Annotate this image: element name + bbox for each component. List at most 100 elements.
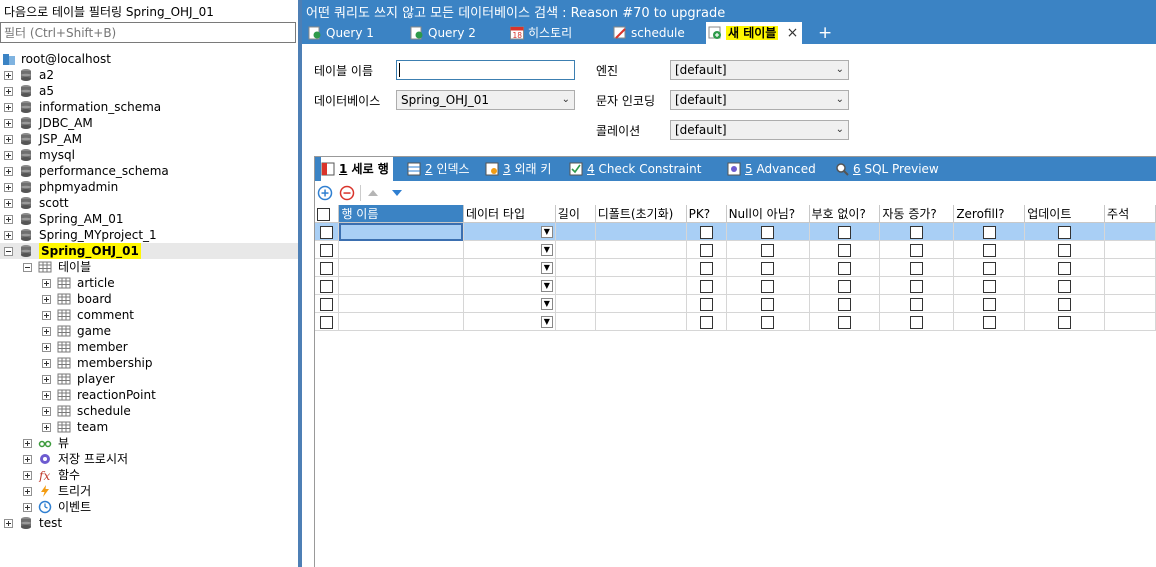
designer-tab-5[interactable]: 6 SQL Preview xyxy=(835,157,939,181)
flag-cell[interactable] xyxy=(879,312,955,331)
column-header[interactable]: 부호 없이? xyxy=(809,205,881,223)
row-select-cell[interactable] xyxy=(315,294,340,313)
expand-icon[interactable] xyxy=(42,311,51,320)
tree-table[interactable]: reactionPoint xyxy=(0,387,298,403)
tree-database[interactable]: scott xyxy=(0,195,298,211)
column-name-cell[interactable] xyxy=(338,276,464,295)
flag-checkbox[interactable] xyxy=(910,297,924,311)
tree-table[interactable]: schedule xyxy=(0,403,298,419)
flag-checkbox[interactable] xyxy=(1058,243,1072,257)
chevron-down-icon[interactable]: ▼ xyxy=(540,316,553,328)
columns-grid[interactable]: 행 이름 데이터 타입 길이 디폴트(초기화) PK? Null이 아님? 부호 없이? 자동… xyxy=(315,205,1156,331)
flag-checkbox[interactable] xyxy=(837,279,851,293)
flag-checkbox[interactable] xyxy=(910,243,924,257)
tree-table[interactable]: article xyxy=(0,275,298,291)
flag-cell[interactable] xyxy=(879,258,955,277)
close-icon[interactable]: × xyxy=(787,22,799,44)
tree-database[interactable]: JDBC_AM xyxy=(0,115,298,131)
flag-checkbox[interactable] xyxy=(837,243,851,257)
expand-icon[interactable] xyxy=(4,231,13,240)
flag-cell[interactable] xyxy=(1024,258,1106,277)
column-header[interactable]: PK? xyxy=(686,205,727,223)
data-type-cell[interactable]: ▼ xyxy=(463,276,556,295)
flag-cell[interactable] xyxy=(809,312,881,331)
flag-cell[interactable] xyxy=(726,240,810,259)
expand-icon[interactable] xyxy=(4,103,13,112)
designer-tab-3[interactable]: 4 Check Constraint xyxy=(569,157,701,181)
expand-icon[interactable] xyxy=(42,295,51,304)
flag-checkbox[interactable] xyxy=(699,279,713,293)
flag-checkbox[interactable] xyxy=(910,225,924,239)
expand-icon[interactable] xyxy=(23,503,32,512)
flag-cell[interactable] xyxy=(686,294,727,313)
row-select-cell[interactable] xyxy=(315,312,340,331)
comment-cell[interactable] xyxy=(1104,258,1156,277)
chevron-down-icon[interactable]: ▼ xyxy=(540,280,553,292)
designer-tab-2[interactable]: 3 외래 키 xyxy=(485,157,551,181)
chevron-down-icon[interactable]: ▼ xyxy=(540,262,553,274)
data-type-cell[interactable]: ▼ xyxy=(463,312,556,331)
move-down-icon[interactable] xyxy=(389,185,405,201)
expand-icon[interactable] xyxy=(4,167,13,176)
tree-folder[interactable]: 이벤트 xyxy=(0,499,298,515)
length-cell[interactable] xyxy=(555,258,596,277)
designer-tab-4[interactable]: 5 Advanced xyxy=(727,157,816,181)
tree-database[interactable]: mysql xyxy=(0,147,298,163)
row-checkbox[interactable] xyxy=(320,297,334,311)
default-cell[interactable] xyxy=(595,294,687,313)
flag-checkbox[interactable] xyxy=(1058,279,1072,293)
tree-tables-folder[interactable]: 테이블 xyxy=(0,259,298,275)
expand-icon[interactable] xyxy=(23,471,32,480)
collation-select[interactable]: [default] ⌄ xyxy=(670,120,849,140)
flag-checkbox[interactable] xyxy=(699,243,713,257)
row-select-cell[interactable] xyxy=(315,240,340,259)
comment-cell[interactable] xyxy=(1104,240,1156,259)
flag-cell[interactable] xyxy=(809,222,881,241)
tree-database[interactable]: phpmyadmin xyxy=(0,179,298,195)
flag-cell[interactable] xyxy=(953,276,1026,295)
upgrade-tip[interactable]: 어떤 쿼리도 쓰지 않고 모든 데이터베이스 검색 : Reason #70 t… xyxy=(306,2,725,21)
tree-table[interactable]: board xyxy=(0,291,298,307)
length-cell[interactable] xyxy=(555,312,596,331)
flag-checkbox[interactable] xyxy=(761,261,775,275)
move-up-icon[interactable] xyxy=(365,185,381,201)
collapse-icon[interactable] xyxy=(4,247,13,256)
tree-table[interactable]: comment xyxy=(0,307,298,323)
flag-checkbox[interactable] xyxy=(837,297,851,311)
flag-checkbox[interactable] xyxy=(982,261,996,275)
flag-checkbox[interactable] xyxy=(761,243,775,257)
expand-icon[interactable] xyxy=(23,455,32,464)
select-all-header[interactable] xyxy=(315,205,340,223)
comment-cell[interactable] xyxy=(1104,222,1156,241)
row-checkbox[interactable] xyxy=(320,225,334,239)
add-tab-button[interactable]: + xyxy=(818,22,832,44)
flag-cell[interactable] xyxy=(726,276,810,295)
table-row[interactable]: ▼ xyxy=(315,240,1156,259)
flag-checkbox[interactable] xyxy=(837,225,851,239)
comment-cell[interactable] xyxy=(1104,294,1156,313)
flag-checkbox[interactable] xyxy=(1058,297,1072,311)
flag-checkbox[interactable] xyxy=(982,243,996,257)
tree-folder[interactable]: fx 함수 xyxy=(0,467,298,483)
collapse-icon[interactable] xyxy=(23,263,32,272)
flag-checkbox[interactable] xyxy=(910,315,924,329)
expand-icon[interactable] xyxy=(4,135,13,144)
column-header[interactable]: 주석 xyxy=(1104,205,1156,223)
tab-1[interactable]: Query 2 xyxy=(408,22,476,44)
flag-checkbox[interactable] xyxy=(699,225,713,239)
flag-checkbox[interactable] xyxy=(1058,261,1072,275)
flag-checkbox[interactable] xyxy=(1058,315,1072,329)
tree-database[interactable]: a2 xyxy=(0,67,298,83)
expand-icon[interactable] xyxy=(4,151,13,160)
expand-icon[interactable] xyxy=(23,439,32,448)
expand-icon[interactable] xyxy=(4,71,13,80)
column-name-cell[interactable] xyxy=(338,258,464,277)
table-row[interactable]: ▼ xyxy=(315,258,1156,277)
default-cell[interactable] xyxy=(595,276,687,295)
flag-cell[interactable] xyxy=(953,312,1026,331)
length-cell[interactable] xyxy=(555,276,596,295)
flag-cell[interactable] xyxy=(879,222,955,241)
tree-table[interactable]: membership xyxy=(0,355,298,371)
flag-cell[interactable] xyxy=(1024,276,1106,295)
table-row[interactable]: ▼ xyxy=(315,294,1156,313)
